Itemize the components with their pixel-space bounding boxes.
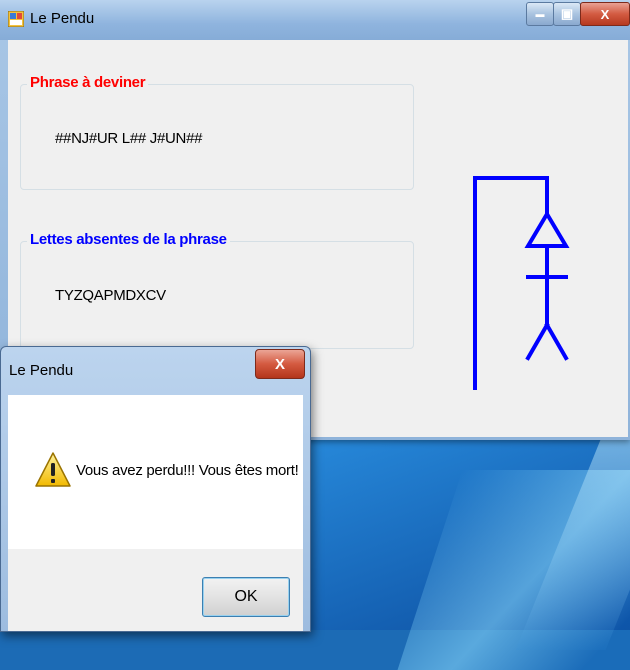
- dialog-footer: OK: [8, 549, 303, 631]
- dialog-message: Vous avez perdu!!! Vous êtes mort!: [76, 462, 299, 479]
- hangman-head: [524, 210, 570, 248]
- absent-letters-value: TYZQAPMDXCV: [55, 287, 166, 304]
- maximize-icon: ▣: [560, 6, 574, 21]
- window-title: Le Pendu: [30, 10, 95, 27]
- dialog-body: Vous avez perdu!!! Vous êtes mort!: [8, 395, 303, 549]
- close-icon: X: [600, 6, 610, 22]
- minimize-button[interactable]: ▬: [526, 2, 554, 26]
- warning-icon: [35, 452, 71, 487]
- absent-letters-legend: Lettes absentes de la phrase: [27, 231, 230, 248]
- app-icon: [8, 11, 24, 27]
- maximize-button[interactable]: ▣: [553, 2, 581, 26]
- minimize-icon: ▬: [535, 9, 545, 19]
- dialog-title: Le Pendu: [9, 362, 74, 379]
- close-icon: X: [274, 355, 285, 373]
- hangman-drawing: [473, 176, 570, 390]
- message-dialog: Le Pendu X Vous avez perdu!!! Vous êtes …: [0, 346, 311, 632]
- phrase-legend: Phrase à deviner: [27, 74, 149, 91]
- phrase-value: ##NJ#UR L## J#UN##: [55, 130, 203, 147]
- ok-button[interactable]: OK: [202, 577, 290, 617]
- absent-letters-groupbox: Lettes absentes de la phrase TYZQAPMDXCV: [20, 231, 414, 349]
- close-button[interactable]: X: [580, 2, 630, 26]
- hangman-left-leg: [525, 322, 550, 361]
- phrase-groupbox: Phrase à deviner ##NJ#UR L## J#UN##: [20, 74, 414, 190]
- main-titlebar[interactable]: Le Pendu ▬ ▣ X: [0, 0, 630, 40]
- hangman-right-leg: [544, 322, 569, 361]
- dialog-close-button[interactable]: X: [255, 349, 305, 379]
